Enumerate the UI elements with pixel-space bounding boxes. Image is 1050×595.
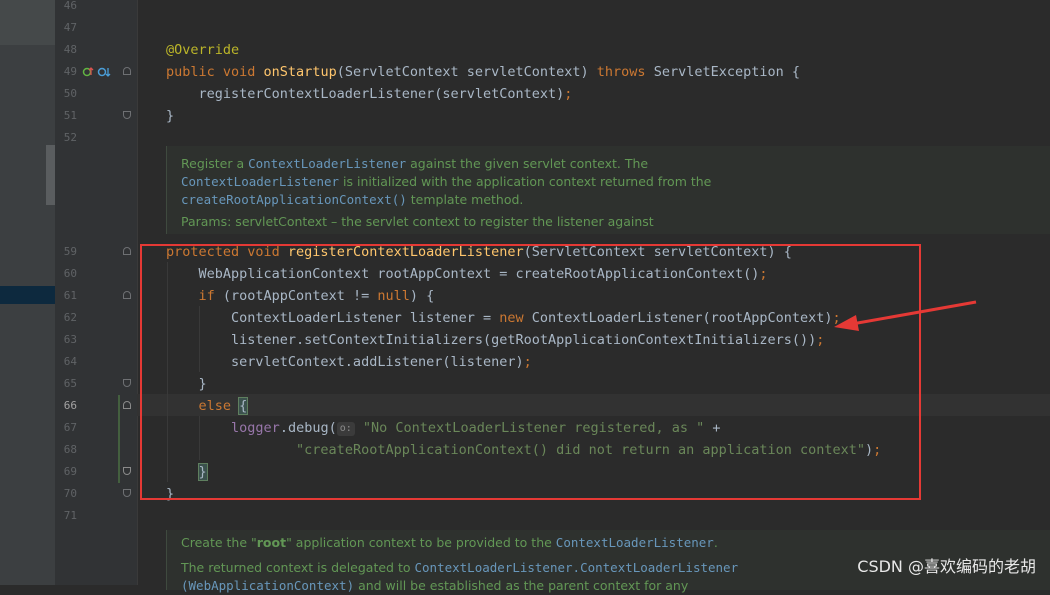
doc-text: Register a [181, 156, 249, 171]
fold-marker[interactable] [123, 291, 131, 299]
project-sidebar [0, 0, 55, 585]
doc-params: Params: servletContext – the servlet con… [181, 214, 654, 229]
line-number: 71 [63, 509, 77, 522]
fold-marker[interactable] [123, 489, 131, 497]
doc-link[interactable]: ContextLoaderListener [556, 535, 714, 550]
line-number-current: 66 [63, 399, 77, 412]
doc-line: (WebApplicationContext) and will be esta… [181, 577, 688, 595]
doc-link[interactable]: (WebApplicationContext) [181, 578, 354, 593]
doc-text: against the given servlet context. The [406, 156, 649, 171]
semicolon: ; [564, 86, 573, 102]
doc-bold: root [256, 535, 287, 550]
doc-text: . [713, 535, 718, 550]
code-line-48[interactable]: @Override [166, 39, 239, 61]
code-text: (ServletContext servletContext) [336, 64, 597, 80]
keyword: throws [596, 64, 646, 80]
line-number: 46 [63, 0, 77, 12]
fold-marker[interactable] [123, 111, 131, 119]
doc-text: The returned context is delegated to [181, 560, 415, 575]
code-text: ServletException { [645, 64, 801, 80]
fold-marker[interactable] [123, 67, 131, 75]
line-number: 60 [63, 267, 77, 280]
watermark: CSDN @喜欢编码的老胡 [857, 557, 1036, 576]
line-number: 47 [63, 21, 77, 34]
annotation-arrow-icon [834, 300, 977, 331]
line-number: 65 [63, 377, 77, 390]
code-line-49[interactable]: public void onStartup(ServletContext ser… [166, 61, 800, 83]
line-number: 64 [63, 355, 77, 368]
doc-link[interactable]: createRootApplicationContext() [181, 192, 407, 207]
line-number: 62 [63, 311, 77, 324]
line-number: 49 [63, 65, 77, 78]
sidebar-selected-region [0, 0, 55, 45]
annotation-highlight-box [140, 244, 921, 500]
override-up-icon[interactable] [82, 66, 94, 82]
doc-link[interactable]: ContextLoaderListener [248, 156, 406, 171]
doc-text: and will be established as the parent co… [354, 578, 689, 593]
fold-marker[interactable] [123, 379, 131, 387]
line-number: 52 [63, 131, 77, 144]
javadoc-render-block[interactable]: Register a ContextLoaderListener against… [166, 146, 1050, 234]
code-line-50[interactable]: registerContextLoaderListener(servletCon… [166, 83, 573, 105]
fold-marker[interactable] [123, 467, 131, 475]
fold-marker[interactable] [123, 247, 131, 255]
line-number: 69 [63, 465, 77, 478]
doc-text: " application context to be provided to … [286, 535, 556, 550]
keyword: public void [166, 64, 264, 80]
line-number: 50 [63, 87, 77, 100]
doc-link[interactable]: ContextLoaderListener.ContextLoaderListe… [415, 560, 739, 575]
doc-link[interactable]: ContextLoaderListener [181, 174, 339, 189]
sidebar-highlight-row[interactable] [0, 286, 55, 304]
vcs-change-marker[interactable] [118, 395, 120, 483]
doc-text: is initialized with the application cont… [339, 174, 712, 189]
code-line-51[interactable]: } [166, 105, 174, 127]
line-number: 51 [63, 109, 77, 122]
doc-line: Create the "root" application context to… [181, 534, 718, 552]
sidebar-scroll-marker[interactable] [46, 145, 55, 205]
line-number: 63 [63, 333, 77, 346]
method-name: onStartup [263, 64, 337, 80]
code-text: registerContextLoaderListener(servletCon… [166, 86, 565, 102]
line-number: 70 [63, 487, 77, 500]
doc-text: Create the " [181, 535, 257, 550]
doc-text: template method. [406, 192, 524, 207]
line-number: 61 [63, 289, 77, 302]
line-number: 67 [63, 421, 77, 434]
line-number: 48 [63, 43, 77, 56]
doc-line: The returned context is delegated to Con… [181, 559, 738, 577]
doc-line: createRootApplicationContext() template … [181, 191, 523, 209]
line-number: 59 [63, 245, 77, 258]
doc-line: ContextLoaderListener is initialized wit… [181, 173, 711, 191]
line-number: 68 [63, 443, 77, 456]
fold-marker[interactable] [123, 401, 131, 409]
implemented-down-icon[interactable] [97, 66, 111, 82]
doc-line: Register a ContextLoaderListener against… [181, 155, 648, 173]
